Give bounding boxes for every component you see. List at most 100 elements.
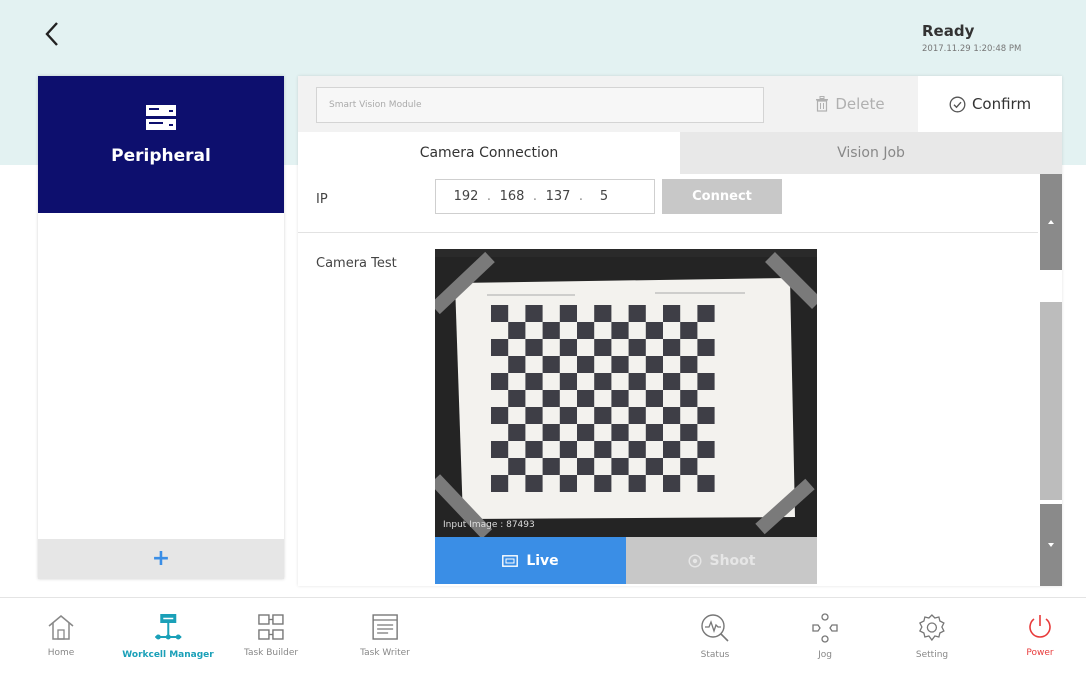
checker-square	[559, 475, 577, 492]
vertical-scrollbar[interactable]	[1040, 174, 1062, 586]
checker-square	[491, 305, 509, 322]
confirm-button[interactable]: Confirm	[918, 76, 1062, 132]
checker-square	[525, 339, 543, 356]
checker-square	[491, 407, 509, 424]
checker-square	[525, 373, 543, 390]
jog-icon	[812, 613, 838, 643]
checker-square	[525, 475, 543, 492]
checker-square	[611, 322, 629, 339]
back-button[interactable]	[34, 14, 70, 54]
checker-square	[594, 339, 612, 356]
scroll-thumb[interactable]	[1040, 302, 1062, 500]
checker-square	[680, 356, 698, 373]
checker-square	[525, 407, 543, 424]
checker-square	[577, 322, 595, 339]
tab-camera-connection[interactable]: Camera Connection	[298, 132, 680, 174]
checker-square	[645, 390, 663, 407]
connect-button[interactable]: Connect	[662, 179, 782, 214]
home-icon	[48, 615, 74, 640]
ip-octet-1[interactable]: 192	[448, 189, 484, 204]
checker-square	[594, 475, 612, 492]
ip-octet-2[interactable]: 168	[494, 189, 530, 204]
checker-square	[663, 339, 681, 356]
nav-workcell-manager[interactable]: Workcell Manager	[122, 612, 214, 660]
tab-vision-job[interactable]: Vision Job	[680, 132, 1062, 174]
checker-square	[645, 458, 663, 475]
nav-task-builder[interactable]: Task Builder	[244, 612, 298, 658]
checker-square	[577, 458, 595, 475]
checker-square	[611, 458, 629, 475]
checker-square	[542, 458, 560, 475]
ip-octet-3[interactable]: 137	[540, 189, 576, 204]
status-text: Ready	[922, 22, 975, 40]
checker-square	[542, 390, 560, 407]
nav-label-power: Power	[1026, 648, 1054, 658]
nav-label-jog: Jog	[818, 650, 832, 660]
section-divider	[298, 232, 1038, 233]
shoot-button[interactable]: Shoot	[626, 537, 817, 584]
checker-square	[680, 458, 698, 475]
ip-octet-4[interactable]: 5	[586, 189, 622, 204]
checker-square	[697, 475, 715, 492]
scroll-up-button[interactable]	[1040, 174, 1062, 270]
checker-square	[508, 424, 526, 441]
checker-square	[491, 441, 509, 458]
scroll-down-button[interactable]	[1040, 504, 1062, 586]
checker-square	[645, 356, 663, 373]
status-block: Ready 2017.11.29 1:20:48 PM	[922, 22, 1021, 54]
checker-square	[491, 339, 509, 356]
nav-home[interactable]: Home	[46, 612, 76, 658]
checker-square	[542, 322, 560, 339]
checker-square	[645, 322, 663, 339]
checker-square	[697, 305, 715, 322]
power-icon	[1029, 615, 1051, 638]
confirm-label: Confirm	[971, 95, 1032, 113]
workcell-item-list: Peripheral +	[38, 76, 284, 579]
nav-task-writer[interactable]: Task Writer	[360, 612, 410, 658]
checker-square	[559, 373, 577, 390]
camera-overlay-text: Input Image : 87493	[443, 520, 535, 530]
camera-preview: Input Image : 87493	[435, 249, 817, 537]
nav-setting[interactable]: Setting	[916, 612, 948, 660]
nav-power[interactable]: Power	[1025, 612, 1055, 658]
checker-square	[697, 339, 715, 356]
live-label: Live	[526, 552, 559, 569]
sidebar-item-label: Peripheral	[111, 146, 211, 166]
checker-square	[559, 407, 577, 424]
detail-toolbar: Delete Confirm	[298, 76, 1062, 132]
sidebar-item-peripheral[interactable]: Peripheral	[38, 76, 284, 213]
caret-down-icon	[1048, 543, 1054, 547]
live-button[interactable]: Live	[435, 537, 626, 584]
checker-square	[663, 475, 681, 492]
checker-square	[594, 373, 612, 390]
checker-square	[577, 424, 595, 441]
checker-square	[611, 424, 629, 441]
delete-button[interactable]: Delete	[782, 76, 918, 132]
plus-icon: +	[151, 546, 171, 571]
add-item-button[interactable]: +	[38, 539, 284, 579]
checker-square	[628, 407, 646, 424]
ip-separator: .	[532, 189, 538, 204]
nav-label-status: Status	[700, 650, 730, 660]
chevron-left-icon	[45, 22, 58, 46]
checker-square	[663, 305, 681, 322]
nav-label-task-builder: Task Builder	[243, 648, 299, 658]
peripheral-icon	[146, 105, 176, 130]
bottom-nav-bar: Home Workcell Manager Task Builder Task …	[0, 597, 1086, 675]
workcell-icon	[154, 614, 181, 640]
checker-square	[628, 305, 646, 322]
checker-square	[697, 441, 715, 458]
checker-square	[680, 390, 698, 407]
nav-label-workcell-manager: Workcell Manager	[122, 650, 214, 660]
checker-square	[491, 373, 509, 390]
module-name-input[interactable]	[316, 87, 764, 123]
ip-address-field[interactable]: 192 . 168 . 137 . 5	[435, 179, 655, 214]
shoot-label: Shoot	[709, 552, 756, 569]
nav-jog[interactable]: Jog	[809, 612, 841, 660]
status-datetime: 2017.11.29 1:20:48 PM	[922, 44, 1022, 54]
checker-square	[628, 339, 646, 356]
nav-label-task-writer: Task Writer	[360, 648, 410, 658]
ip-label: IP	[316, 192, 328, 207]
gear-icon	[919, 614, 945, 642]
nav-status[interactable]: Status	[699, 612, 731, 660]
